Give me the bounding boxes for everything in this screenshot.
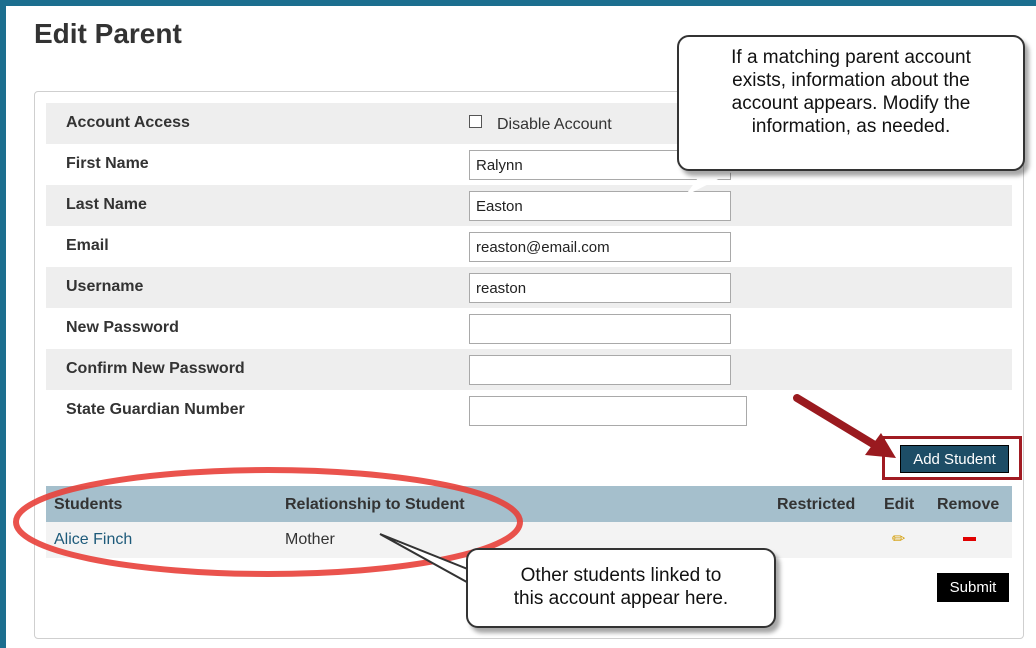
- callout-line: information, as needed.: [751, 116, 951, 137]
- callout-line: account appears. Modify the: [731, 93, 971, 114]
- callout-line: exists, information about the: [732, 70, 970, 91]
- callout-line: If a matching parent account: [731, 47, 971, 68]
- callout-pointer: [379, 533, 476, 588]
- callout-top-pointer: [685, 168, 740, 196]
- callout-line: this account appear here.: [513, 588, 729, 609]
- callout-line: Other students linked to: [520, 565, 722, 586]
- info-callout-top: If a matching parent account exists, inf…: [677, 35, 1025, 171]
- annotation-arrow: [793, 394, 882, 451]
- info-callout-bottom: Other students linked to this account ap…: [466, 548, 776, 628]
- annotation-ellipse: [13, 467, 523, 577]
